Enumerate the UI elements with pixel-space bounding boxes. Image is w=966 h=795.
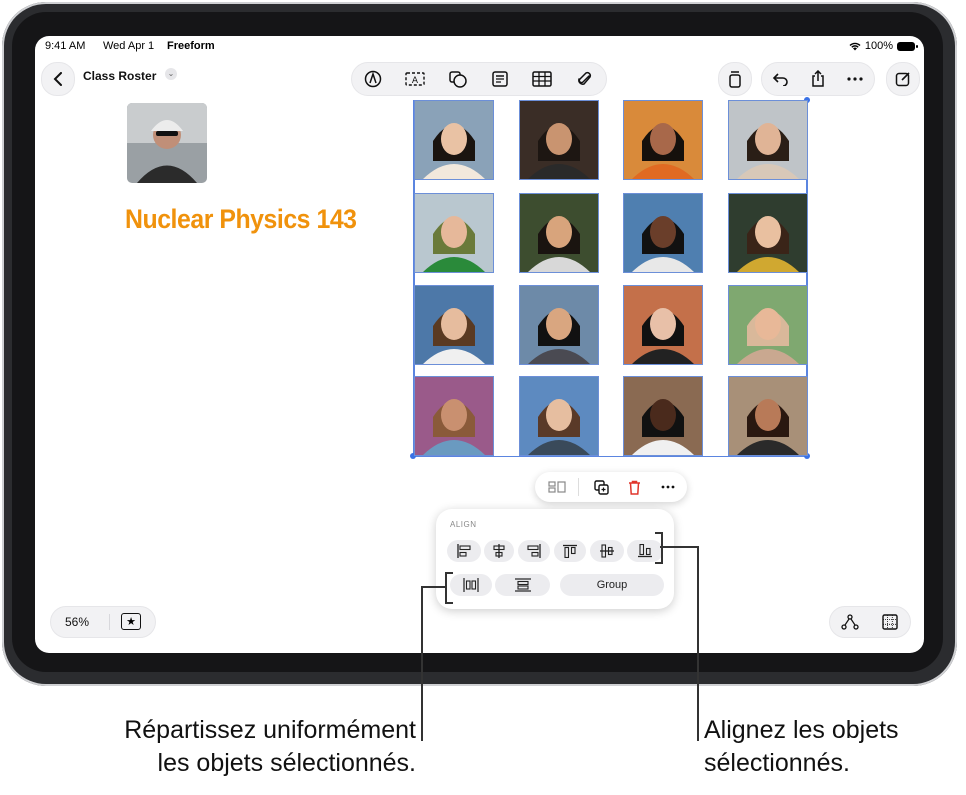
- divider: [109, 614, 110, 630]
- align-middle-button[interactable]: [590, 540, 624, 562]
- shapes-icon[interactable]: [444, 65, 472, 93]
- edit-actions: [761, 62, 875, 96]
- top-toolbar: Class Roster ⌄ A: [35, 58, 924, 98]
- distribute-bracket-left: [445, 572, 453, 604]
- more-icon[interactable]: [841, 65, 869, 93]
- student-photo[interactable]: [519, 376, 599, 456]
- delete-button[interactable]: [620, 474, 648, 500]
- insert-toolbar: A: [351, 62, 607, 96]
- align-popover: ALIGN Group: [436, 509, 674, 609]
- trash-icon: [628, 480, 640, 495]
- student-photo[interactable]: [623, 376, 703, 456]
- distribute-horizontal-button[interactable]: [450, 574, 492, 596]
- sticky-note-icon[interactable]: [486, 65, 514, 93]
- align-center-icon: [493, 544, 505, 558]
- battery-icon: [897, 41, 918, 51]
- star-icon[interactable]: ★: [121, 613, 141, 630]
- more-icon: [661, 485, 675, 489]
- align-bottom-icon: [638, 544, 652, 558]
- callout-align-line2: sélectionnés.: [704, 749, 850, 777]
- object-action-bar: [535, 472, 687, 502]
- back-button[interactable]: [41, 62, 75, 96]
- distribute-vertical-button[interactable]: [495, 574, 550, 596]
- screen: 9:41 AM Wed Apr 1 Freeform 100% Class Ro…: [35, 36, 924, 653]
- student-photo[interactable]: [623, 100, 703, 180]
- callout-leader-right: [697, 546, 699, 741]
- status-bar: 9:41 AM Wed Apr 1 Freeform 100%: [45, 40, 918, 54]
- grid-icon[interactable]: [876, 608, 904, 636]
- align-left-icon: [457, 544, 471, 558]
- table-icon[interactable]: [528, 65, 556, 93]
- align-button[interactable]: [543, 474, 571, 500]
- distribute-horizontal-icon: [463, 578, 479, 592]
- student-photo[interactable]: [728, 100, 808, 180]
- callout-align: Alignez les objets sélectionnés.: [704, 714, 954, 780]
- status-time: 9:41 AM: [45, 40, 86, 52]
- align-bracket-right: [655, 532, 663, 564]
- share-icon[interactable]: [804, 65, 832, 93]
- callout-leader-right-h: [660, 546, 699, 548]
- text-box-icon[interactable]: A: [401, 65, 429, 93]
- status-right: 100%: [849, 40, 918, 52]
- pen-icon[interactable]: [359, 65, 387, 93]
- callout-leader-left-h: [421, 586, 447, 588]
- student-photo[interactable]: [519, 100, 599, 180]
- wifi-icon: [849, 42, 861, 50]
- callout-distribute-line1: Répartissez uniformément: [124, 716, 416, 744]
- align-left-button[interactable]: [447, 540, 481, 562]
- align-icon: [548, 481, 566, 493]
- student-photo[interactable]: [414, 376, 494, 456]
- align-right-button[interactable]: [518, 540, 550, 562]
- compose-icon: [895, 72, 910, 87]
- callout-leader-left: [421, 586, 423, 741]
- status-app: Freeform: [167, 40, 215, 52]
- align-center-button[interactable]: [484, 540, 514, 562]
- new-board-button[interactable]: [886, 62, 920, 96]
- align-top-button[interactable]: [554, 540, 586, 562]
- more-actions-button[interactable]: [654, 474, 682, 500]
- teacher-photo[interactable]: [127, 103, 207, 183]
- status-date: Wed Apr 1: [103, 40, 155, 52]
- divider: [578, 478, 579, 496]
- zoom-level[interactable]: 56%: [65, 615, 89, 629]
- student-photo[interactable]: [728, 193, 808, 273]
- student-photo[interactable]: [414, 285, 494, 365]
- duplicate-button[interactable]: [587, 474, 615, 500]
- callout-align-line1: Alignez les objets: [704, 716, 899, 744]
- battery-percent: 100%: [864, 40, 893, 52]
- align-right-icon: [527, 544, 541, 558]
- callout-distribute-line2: les objets sélectionnés.: [157, 749, 416, 777]
- svg-text:A: A: [412, 76, 419, 86]
- chevron-down-icon[interactable]: ⌄: [165, 68, 177, 80]
- connection-icon[interactable]: [836, 608, 864, 636]
- align-top-icon: [563, 544, 577, 558]
- callout-distribute: Répartissez uniformément les objets séle…: [40, 714, 416, 780]
- align-middle-icon: [600, 544, 614, 558]
- student-photo[interactable]: [519, 285, 599, 365]
- zoom-controls: 56% ★: [50, 606, 156, 638]
- group-button[interactable]: Group: [560, 574, 664, 596]
- copy-stack-icon: [729, 71, 741, 88]
- student-photo[interactable]: [728, 376, 808, 456]
- copy-button[interactable]: [718, 62, 752, 96]
- student-photo[interactable]: [623, 285, 703, 365]
- chevron-left-icon: [53, 72, 62, 86]
- attachment-icon[interactable]: [571, 65, 599, 93]
- canvas-tools: [829, 606, 911, 638]
- board-title[interactable]: Class Roster: [83, 69, 156, 83]
- distribute-vertical-icon: [514, 578, 531, 592]
- student-photo[interactable]: [623, 193, 703, 273]
- duplicate-icon: [593, 479, 609, 495]
- student-photo[interactable]: [414, 193, 494, 273]
- student-photo[interactable]: [728, 285, 808, 365]
- board-heading[interactable]: Nuclear Physics 143: [125, 204, 357, 235]
- align-title: ALIGN: [450, 520, 477, 529]
- undo-icon[interactable]: [767, 65, 795, 93]
- student-photo[interactable]: [414, 100, 494, 180]
- student-photo[interactable]: [519, 193, 599, 273]
